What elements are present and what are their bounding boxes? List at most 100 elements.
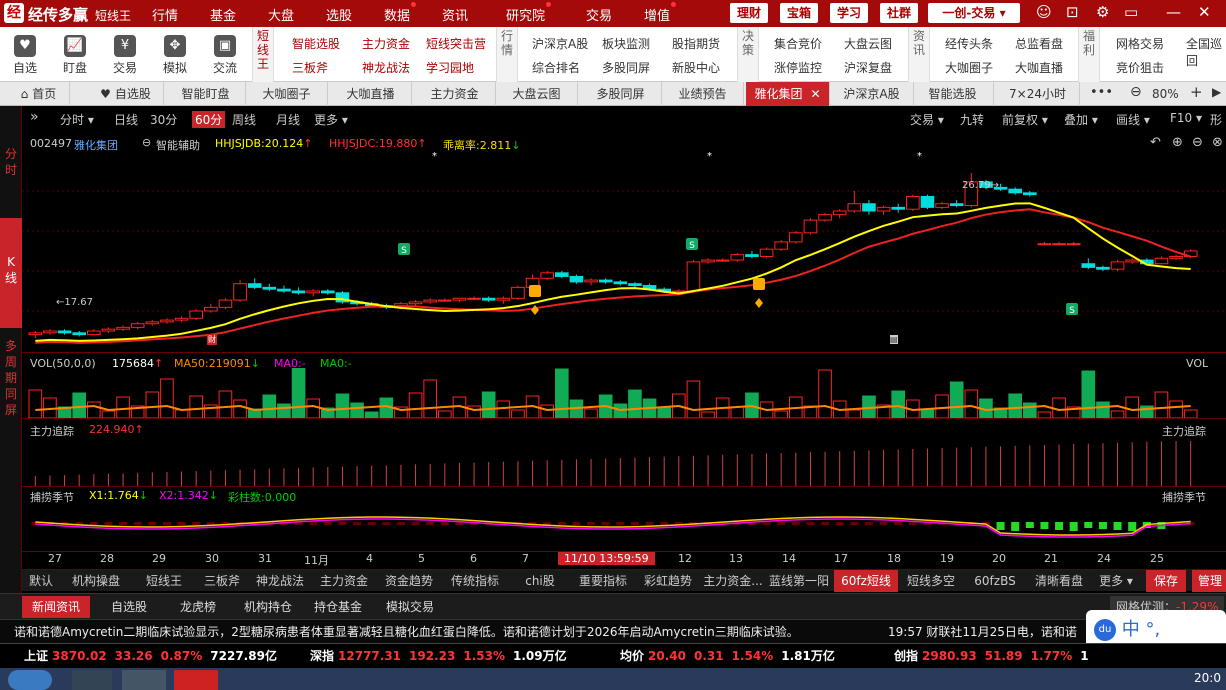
news-tab-0[interactable]: 新闻资讯 (22, 596, 90, 618)
expand-icon[interactable]: » (30, 109, 39, 125)
toolbar-link-集合竞价[interactable]: 集合竞价 (774, 35, 822, 52)
menu-item-4[interactable]: 数据 (384, 2, 417, 24)
close-panel-icon[interactable]: ⊗ (1212, 135, 1223, 150)
indicator-tab-9[interactable]: 重要指标 (572, 570, 634, 592)
chart-button-形[interactable]: 形 (1210, 111, 1222, 128)
group-tab-短线王[interactable]: 短线王 (252, 27, 274, 82)
start-button[interactable] (8, 670, 52, 690)
toolbar-link-涨停监控[interactable]: 涨停监控 (774, 59, 822, 76)
tool-3[interactable]: ✥ 模拟 (150, 27, 200, 82)
period-更多[interactable]: 更多 ▾ (314, 111, 348, 128)
tab-3[interactable]: 大咖圈子 (246, 82, 328, 106)
tab-0[interactable]: ⌂ 首页 (8, 82, 70, 106)
note-marker-icon[interactable]: ▤ (890, 335, 898, 344)
indicator-tab-8[interactable]: chi股 (512, 570, 568, 592)
toolbar-link-股指期货[interactable]: 股指期货 (672, 35, 720, 52)
toolbar-link-神龙战法[interactable]: 神龙战法 (362, 59, 410, 76)
chart-button-前复权[interactable]: 前复权 ▾ (1002, 111, 1048, 128)
zoom-out-icon[interactable]: ⊖ (1130, 84, 1142, 100)
indicator-tab-18[interactable]: 保存 (1146, 570, 1186, 592)
period-60分[interactable]: 60分 (192, 111, 226, 128)
indicator-tab-16[interactable]: 清晰看盘 (1030, 570, 1088, 592)
group-tab-福利[interactable]: 福利 (1078, 27, 1100, 82)
indicator-tab-13[interactable]: 60fz短线 (834, 570, 898, 592)
minimize-icon[interactable]: — (1166, 3, 1181, 21)
tab-12[interactable]: 7×24小时 (996, 82, 1080, 106)
news-tab-1[interactable]: 自选股 (96, 596, 162, 618)
gear-icon[interactable]: ⚙ (1096, 3, 1109, 21)
sidebar-item-multi-period[interactable]: 多周期同屏 (0, 338, 22, 428)
menu-item-1[interactable]: 基金 (210, 5, 236, 24)
news-tab-5[interactable]: 模拟交易 (376, 596, 444, 618)
indicator-tab-5[interactable]: 主力资金 (314, 570, 374, 592)
tab-7[interactable]: 多股同屏 (580, 82, 662, 106)
toolbar-link-网格交易[interactable]: 网格交易 (1116, 35, 1164, 52)
chart-button-画线[interactable]: 画线 ▾ (1116, 111, 1150, 128)
tab-10[interactable]: 沪深京A股 (830, 82, 914, 106)
indicator-tab-19[interactable]: 管理 (1192, 570, 1226, 592)
tool-2[interactable]: ¥ 交易 (100, 27, 150, 82)
toolbar-link-三板斧[interactable]: 三板斧 (292, 59, 328, 76)
toolbar-link-经传头条[interactable]: 经传头条 (945, 35, 993, 52)
toolbar-link-综合排名[interactable]: 综合排名 (532, 59, 580, 76)
menu-item-7[interactable]: 交易 (586, 5, 612, 24)
group-tab-行情[interactable]: 行情 (496, 27, 518, 82)
close-tab-icon[interactable]: ✕ (810, 87, 820, 101)
period-周线[interactable]: 周线 (232, 111, 256, 128)
sidebar-item-timeshare[interactable]: 分时 (0, 146, 22, 180)
indicator-tab-6[interactable]: 资金趋势 (378, 570, 440, 592)
minus-icon[interactable]: ⊖ (1192, 135, 1203, 150)
tab-scroll-icon[interactable]: ▶ (1212, 85, 1221, 99)
toolbar-link-板块监测[interactable]: 板块监测 (602, 35, 650, 52)
toolbar-link-主力资金[interactable]: 主力资金 (362, 35, 410, 52)
title-button-4[interactable]: 一创-交易 ▾ (928, 3, 1020, 23)
volume-chart[interactable] (22, 368, 1226, 418)
toolbar-link-沪深复盘[interactable]: 沪深复盘 (844, 59, 892, 76)
news-ticker[interactable]: 诺和诺德Amycretin二期临床试验显示，2型糖尿病患者体重显著减轻且糖化血红… (0, 610, 1226, 650)
indicator-tab-0[interactable]: 默认 (22, 570, 60, 592)
title-button-3[interactable]: 社群 (880, 3, 918, 23)
toolbar-link-短线突击营[interactable]: 短线突击营 (426, 35, 486, 52)
period-月线[interactable]: 月线 (276, 111, 300, 128)
undo-icon[interactable]: ↶ (1150, 135, 1161, 150)
title-button-2[interactable]: 学习 (830, 3, 868, 23)
maximize-icon[interactable]: ▭ (1124, 3, 1138, 21)
finance-marker[interactable]: 财 (207, 334, 217, 345)
tool-4[interactable]: ▣ 交流 (200, 27, 250, 82)
menu-item-8[interactable]: 增值 (644, 2, 677, 24)
plus-icon[interactable]: ⊕ (1172, 135, 1183, 150)
toolbar-link-沪深京A股[interactable]: 沪深京A股 (532, 35, 588, 52)
indicator-tab-14[interactable]: 短线多空 (902, 570, 960, 592)
tool-1[interactable]: 📈 盯盘 (50, 27, 100, 82)
index-0[interactable]: 上证 3870.02 33.26 0.87% 7227.89亿 (24, 644, 277, 668)
indicator-tab-12[interactable]: 蓝线第一阳 (766, 570, 832, 592)
taskbar-app-2[interactable] (122, 670, 166, 690)
menu-item-2[interactable]: 大盘 (268, 5, 294, 24)
title-button-1[interactable]: 宝箱 (780, 3, 818, 23)
indicator-tab-17[interactable]: 更多 ▾ (1092, 570, 1140, 592)
toolbar-link-学习园地[interactable]: 学习园地 (426, 59, 474, 76)
period-日线[interactable]: 日线 (114, 111, 138, 128)
kline-chart[interactable]: S S S * * * (22, 151, 1226, 351)
group-tab-资讯[interactable]: 资讯 (908, 27, 930, 82)
chart-button-九转[interactable]: 九转 (960, 111, 984, 128)
zoom-in-icon[interactable]: + (1190, 83, 1203, 101)
tab-9[interactable]: 雅化集团 ✕ (746, 82, 830, 106)
group-tab-决策[interactable]: 决策 (737, 27, 759, 82)
ticker-text[interactable]: 诺和诺德Amycretin二期临床试验显示，2型糖尿病患者体重显著减轻且糖化血红… (14, 620, 799, 644)
toolbar-link-竞价狙击[interactable]: 竞价狙击 (1116, 59, 1164, 76)
taskbar-app-3[interactable] (174, 670, 218, 690)
toolbar-link-大咖圈子[interactable]: 大咖圈子 (945, 59, 993, 76)
sidebar-item-kline[interactable]: K线 (0, 218, 22, 328)
news-tab-2[interactable]: 龙虎榜 (164, 596, 232, 618)
menu-dots-icon[interactable]: ••• (1090, 85, 1113, 100)
ticker-text-2[interactable]: 19:57 财联社11月25日电，诺和诺 (888, 620, 1077, 644)
title-button-0[interactable]: 理财 (730, 3, 768, 23)
avatar-icon[interactable]: ☺ (1036, 3, 1052, 21)
assist-toggle-icon[interactable]: ⊖ (142, 136, 151, 149)
tab-8[interactable]: 业绩预告 (662, 82, 744, 106)
tab-4[interactable]: 大咖直播 (330, 82, 412, 106)
indicator-tab-11[interactable]: 主力资金... (702, 570, 764, 592)
indicator-tab-10[interactable]: 彩虹趋势 (638, 570, 698, 592)
period-30分[interactable]: 30分 (150, 111, 177, 128)
